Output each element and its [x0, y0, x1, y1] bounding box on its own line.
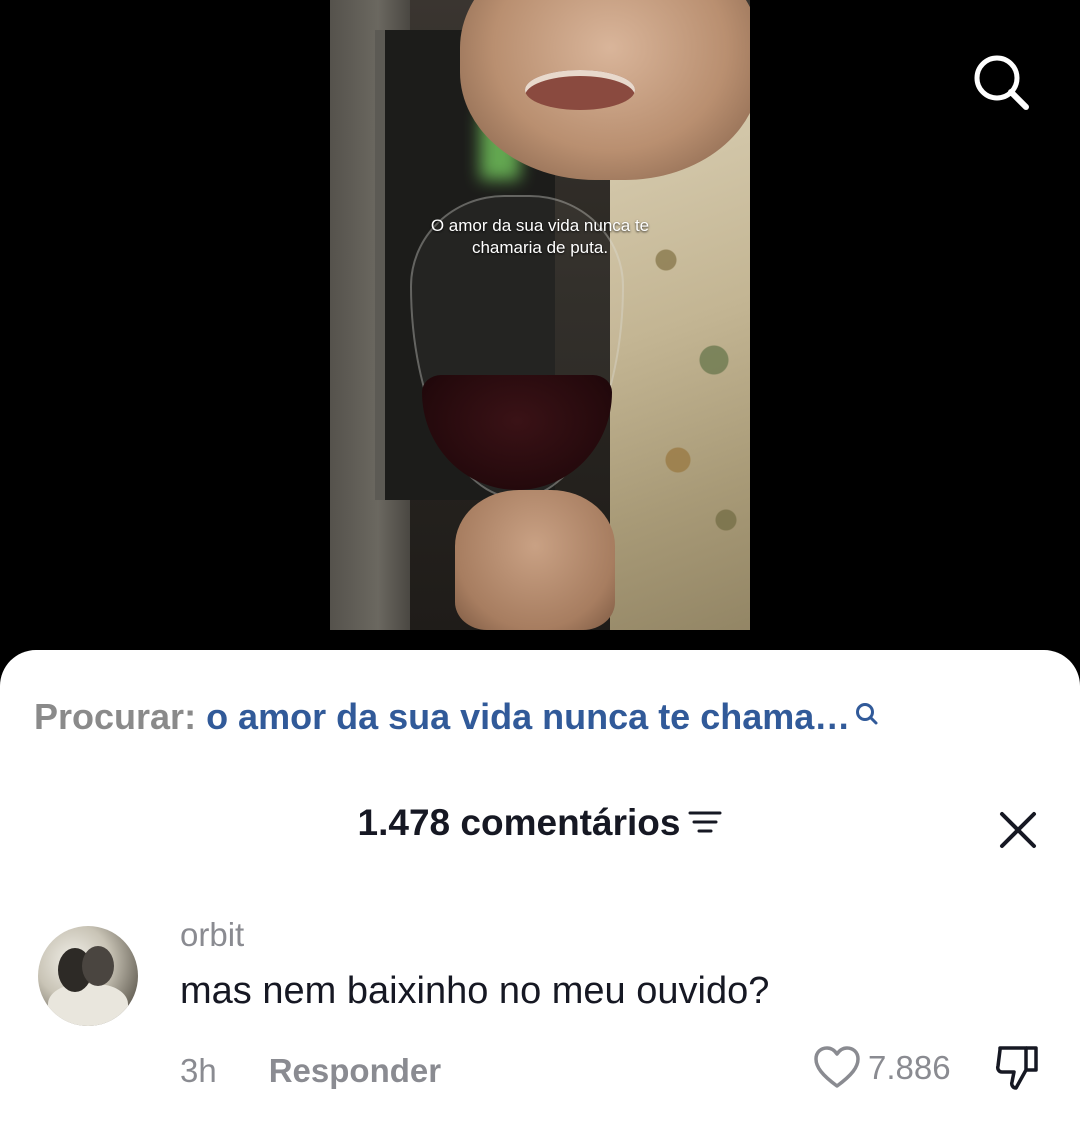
comments-sheet: Procurar: o amor da sua vida nunca te cha…	[0, 650, 1080, 1136]
search-suggestion[interactable]: Procurar: o amor da sua vida nunca te cha…	[34, 696, 880, 738]
like-count: 7.886	[868, 1049, 951, 1086]
search-suggestion-query[interactable]: o amor da sua vida nunca te chama…	[206, 696, 850, 737]
video-caption: O amor da sua vida nunca te chamaria de …	[430, 216, 650, 257]
filter-icon[interactable]	[688, 802, 722, 844]
comment-meta: 3h Responder	[180, 1052, 441, 1090]
screen: O amor da sua vida nunca te chamaria de …	[0, 0, 1080, 1136]
comment-username[interactable]: orbit	[180, 916, 244, 954]
comment-item: orbit mas nem baixinho no meu ouvido? 3h…	[0, 912, 1080, 1112]
avatar-body	[48, 984, 128, 1026]
search-suggestion-prefix: Procurar:	[34, 696, 197, 737]
heart-icon[interactable]	[812, 1043, 862, 1093]
comments-count: 1.478 comentários	[357, 802, 681, 843]
like-group: 7.886	[812, 1040, 951, 1096]
video-hand	[455, 490, 615, 630]
comment-time: 3h	[180, 1052, 217, 1089]
close-icon[interactable]	[996, 808, 1040, 852]
thumbs-down-icon[interactable]	[992, 1042, 1044, 1094]
search-icon[interactable]	[968, 50, 1034, 116]
reply-button[interactable]: Responder	[269, 1052, 441, 1090]
avatar-figure	[82, 946, 114, 986]
search-icon[interactable]	[854, 694, 880, 736]
comment-text: mas nem baixinho no meu ouvido?	[180, 970, 770, 1012]
comments-count-header: 1.478 comentários	[0, 802, 1080, 844]
video-player[interactable]: O amor da sua vida nunca te chamaria de …	[330, 0, 750, 630]
video-mouth	[525, 70, 635, 110]
avatar[interactable]	[38, 926, 138, 1026]
